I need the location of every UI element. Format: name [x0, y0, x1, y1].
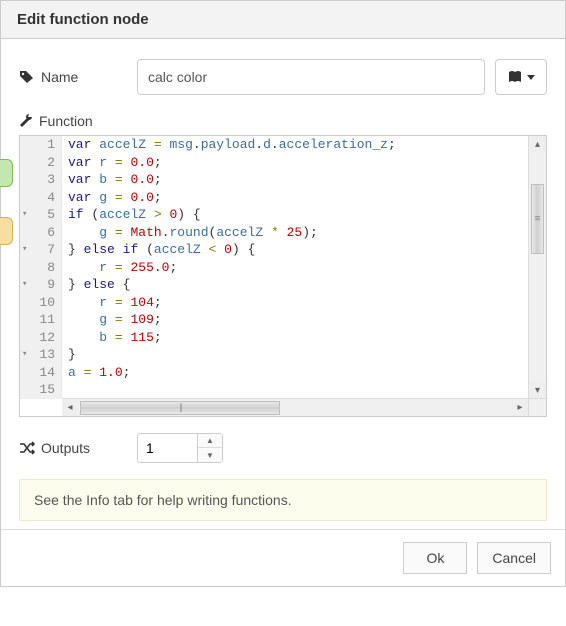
- gutter-line: 10: [20, 294, 61, 312]
- gutter-line: 5: [20, 206, 61, 224]
- code-line[interactable]: if (accelZ > 0) {: [62, 206, 528, 224]
- code-line[interactable]: } else {: [62, 276, 528, 294]
- code-line[interactable]: } else if (accelZ < 0) {: [62, 241, 528, 259]
- editor-gutter: 123456789101112131415: [20, 136, 62, 399]
- outputs-row: Outputs ▲ ▼: [19, 433, 547, 463]
- scroll-right-arrow[interactable]: ▸: [512, 400, 528, 416]
- code-line[interactable]: g = Math.round(accelZ * 25);: [62, 224, 528, 242]
- code-editor[interactable]: 123456789101112131415 var accelZ = msg.p…: [19, 135, 547, 417]
- editor-code-area[interactable]: var accelZ = msg.payload.d.acceleration_…: [62, 136, 528, 399]
- code-line[interactable]: [62, 381, 528, 399]
- cancel-button[interactable]: Cancel: [477, 542, 551, 574]
- name-row: Name: [19, 59, 547, 95]
- code-line[interactable]: a = 1.0;: [62, 364, 528, 382]
- name-label-text: Name: [41, 69, 78, 85]
- scroll-corner: [528, 398, 546, 416]
- name-input[interactable]: [137, 59, 485, 95]
- code-line[interactable]: r = 104;: [62, 294, 528, 312]
- dialog-footer: Ok Cancel: [1, 529, 565, 586]
- wrench-icon: [19, 114, 33, 128]
- vertical-scroll-thumb[interactable]: [531, 184, 544, 254]
- outputs-label-text: Outputs: [41, 440, 90, 456]
- code-line[interactable]: var g = 0.0;: [62, 189, 528, 207]
- ok-button[interactable]: Ok: [403, 542, 467, 574]
- code-line[interactable]: var accelZ = msg.payload.d.acceleration_…: [62, 136, 528, 154]
- gutter-line: 4: [20, 189, 61, 207]
- gutter-line: 15: [20, 381, 61, 399]
- gutter-line: 9: [20, 276, 61, 294]
- horizontal-scroll-thumb[interactable]: [80, 401, 280, 415]
- outputs-spinner[interactable]: ▲ ▼: [137, 433, 229, 463]
- tag-icon: [19, 70, 35, 84]
- gutter-line: 2: [20, 154, 61, 172]
- library-button[interactable]: [495, 59, 547, 95]
- code-line[interactable]: r = 255.0;: [62, 259, 528, 277]
- function-label: Function: [19, 113, 137, 129]
- code-line[interactable]: var r = 0.0;: [62, 154, 528, 172]
- horizontal-scrollbar[interactable]: ◂ ▸: [62, 398, 528, 416]
- gutter-line: 8: [20, 259, 61, 277]
- gutter-line: 13: [20, 346, 61, 364]
- shuffle-icon: [19, 441, 35, 455]
- scroll-up-arrow[interactable]: ▴: [529, 136, 546, 152]
- gutter-line: 3: [20, 171, 61, 189]
- outputs-label: Outputs: [19, 440, 137, 456]
- scroll-down-arrow[interactable]: ▾: [529, 382, 546, 398]
- caret-down-icon: [527, 75, 535, 80]
- outputs-input[interactable]: [137, 433, 197, 463]
- code-line[interactable]: g = 109;: [62, 311, 528, 329]
- code-line[interactable]: b = 115;: [62, 329, 528, 347]
- gutter-line: 7: [20, 241, 61, 259]
- scroll-left-arrow[interactable]: ◂: [62, 400, 78, 416]
- gutter-line: 1: [20, 136, 61, 154]
- gutter-line: 6: [20, 224, 61, 242]
- vertical-scrollbar[interactable]: ▴ ▾: [528, 136, 546, 398]
- book-icon: [507, 70, 523, 84]
- gutter-line: 14: [20, 364, 61, 382]
- outputs-increment[interactable]: ▲: [198, 434, 222, 448]
- dialog-title: Edit function node: [1, 1, 565, 39]
- info-tip: See the Info tab for help writing functi…: [19, 479, 547, 521]
- gutter-line: 12: [20, 329, 61, 347]
- code-line[interactable]: }: [62, 346, 528, 364]
- outputs-decrement[interactable]: ▼: [198, 448, 222, 462]
- code-line[interactable]: var b = 0.0;: [62, 171, 528, 189]
- edit-function-dialog: Edit function node Name Function 1234567…: [0, 0, 566, 587]
- gutter-line: 11: [20, 311, 61, 329]
- function-label-text: Function: [39, 113, 93, 129]
- name-label: Name: [19, 69, 137, 85]
